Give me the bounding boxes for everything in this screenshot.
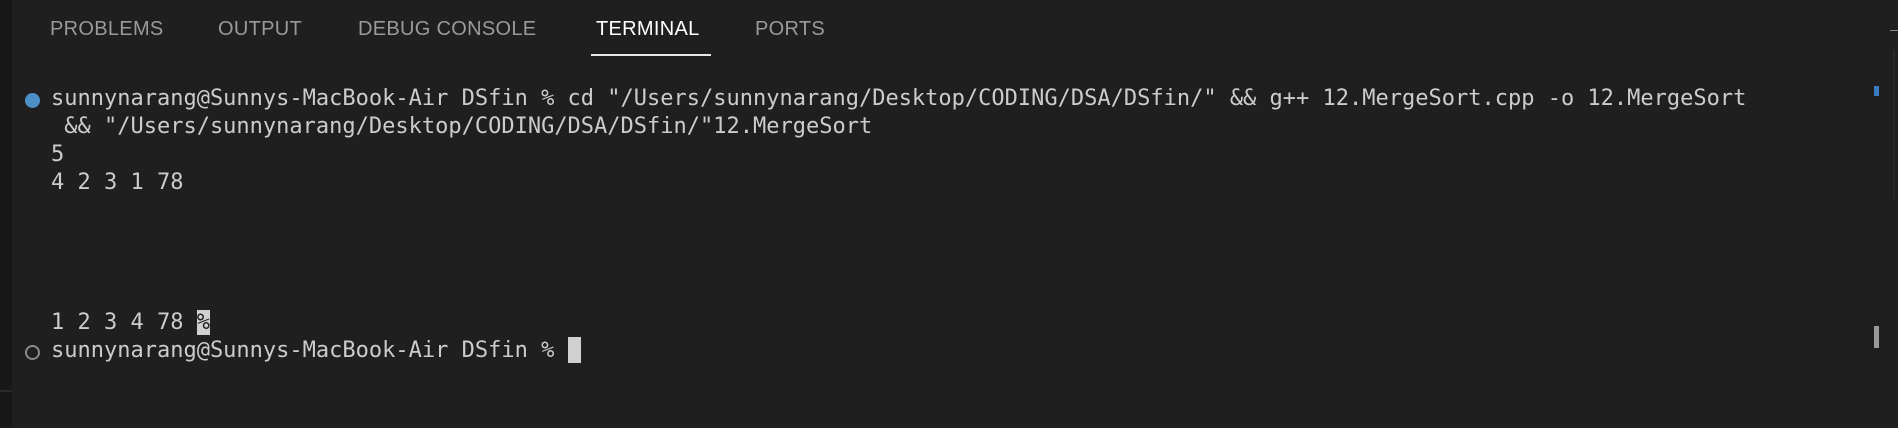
terminal-cursor (567, 337, 581, 363)
terminal-prompt-line[interactable]: sunnynarang@Sunnys-MacBook-Air DSfin % (51, 337, 581, 365)
scrollbar-thumb[interactable] (1874, 326, 1879, 348)
terminal-view[interactable]: sunnynarang@Sunnys-MacBook-Air DSfin % c… (0, 0, 1898, 428)
terminal-input-values: 4 2 3 1 78 (51, 170, 184, 195)
terminal-prompt: sunnynarang@Sunnys-MacBook-Air DSfin % (51, 338, 568, 363)
terminal-command-line: sunnynarang@Sunnys-MacBook-Air DSfin % c… (51, 86, 1747, 111)
circle-filled-icon[interactable] (25, 93, 40, 108)
panel-right-rail (1893, 50, 1895, 200)
no-newline-marker: % (196, 310, 210, 335)
panel-right-tick (1890, 30, 1898, 31)
terminal-output-values: 1 2 3 4 78 (51, 310, 197, 335)
terminal-command-continuation: && "/Users/sunnynarang/Desktop/CODING/DS… (51, 114, 873, 139)
terminal-output-line: 1 2 3 4 78 % (51, 309, 210, 337)
scrollbar-marker-command (1874, 86, 1879, 96)
terminal-input-count: 5 (51, 142, 65, 167)
circle-outline-icon[interactable] (25, 345, 40, 360)
